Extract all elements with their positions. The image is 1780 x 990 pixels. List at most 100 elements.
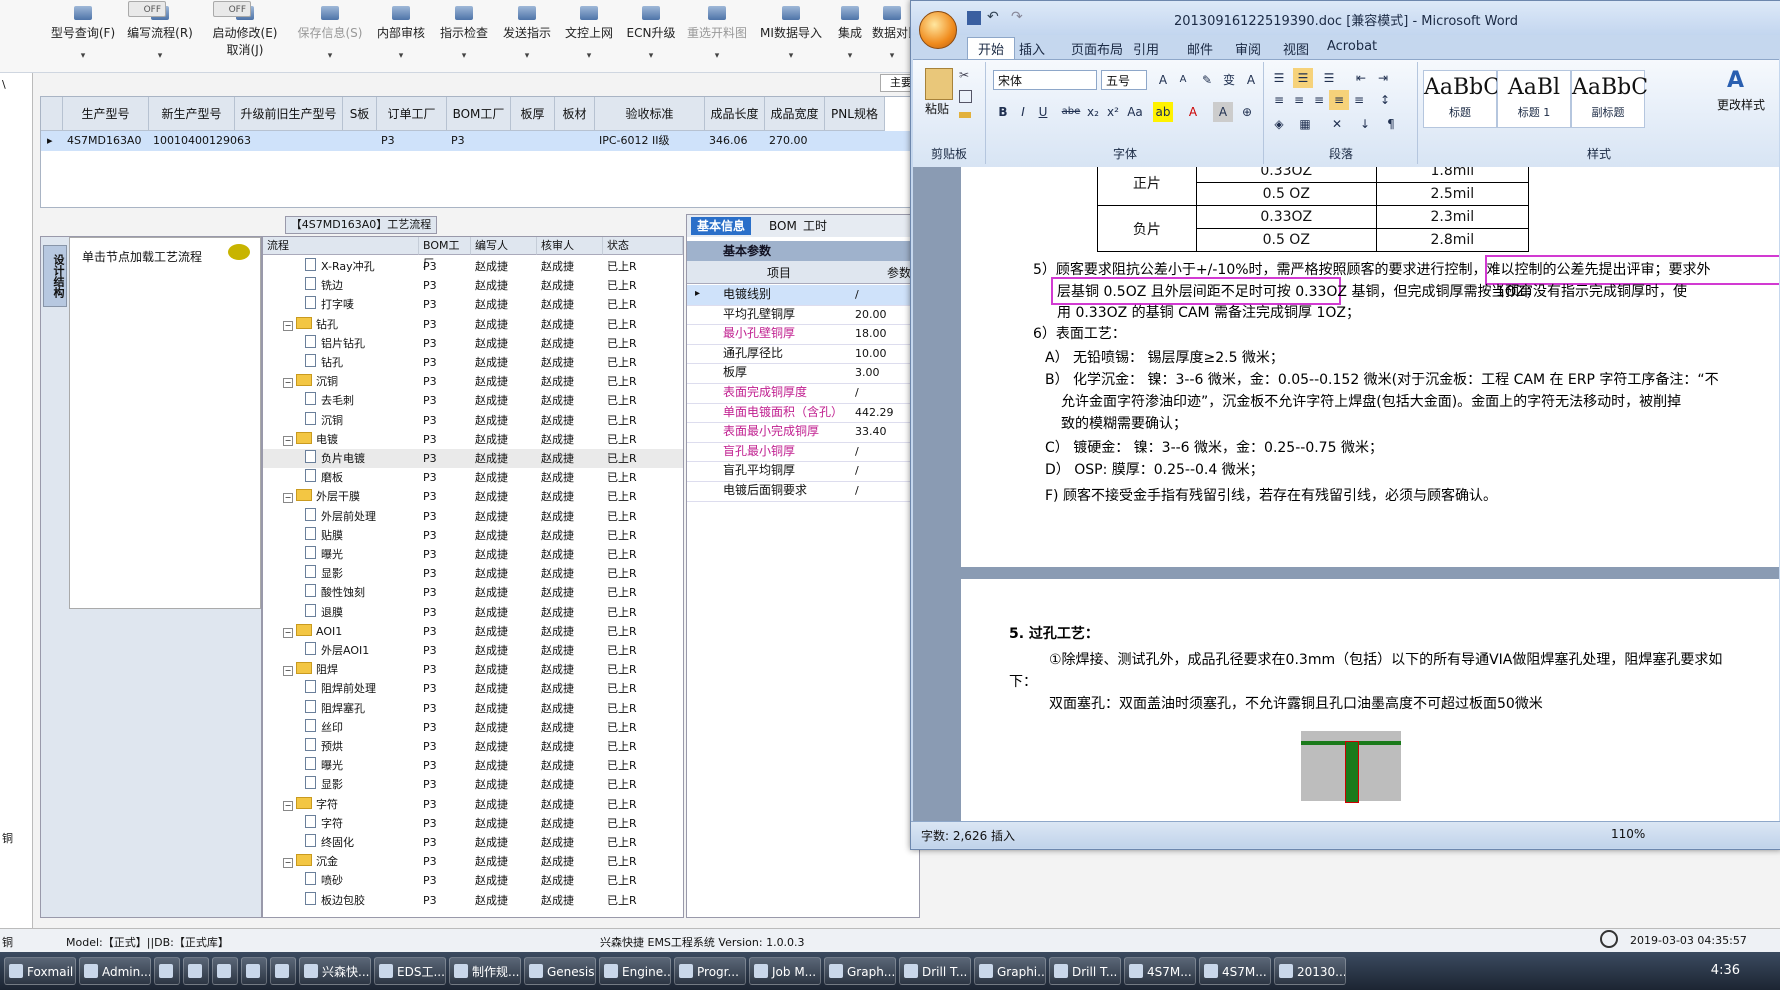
taskbar-button-15[interactable]: Drill T... [899, 957, 971, 985]
taskbar-button-20[interactable]: 20130... [1274, 957, 1346, 985]
ribbon-tab-1[interactable]: 插入 [1019, 39, 1045, 58]
justify-icon[interactable]: ≡ [1329, 90, 1349, 110]
align-center-icon[interactable]: ≡ [1289, 90, 1309, 110]
tree-node[interactable]: 阻焊塞孔 [305, 699, 365, 718]
ribbon-tab-6[interactable]: 视图 [1283, 39, 1309, 58]
tree-node[interactable]: 去毛刺 [305, 391, 354, 410]
tree-row[interactable]: 沉铜 P3 赵成捷 赵成捷 已上R [263, 411, 683, 430]
props-row[interactable]: 表面完成铜厚度 / [687, 383, 919, 404]
tree-row[interactable]: 板边包胶 P3 赵成捷 赵成捷 已上R [263, 891, 683, 910]
tree-node[interactable]: 外层前处理 [305, 507, 376, 526]
tree-node[interactable]: 字符 [305, 814, 343, 833]
ribbon-tab-0[interactable]: 开始 [967, 37, 1016, 59]
tree-node[interactable]: 铝片钻孔 [305, 334, 365, 353]
document-line[interactable]: 用 0.33OZ 的基铜 CAM 需备注完成铜厚 1OZ； [1057, 302, 1360, 322]
tree-node[interactable]: 板边包胶 [305, 891, 365, 910]
props-row[interactable]: 板厚 3.00 [687, 363, 919, 384]
tree-node[interactable]: 喷砂 [305, 871, 343, 890]
taskbar-button-3[interactable] [183, 957, 209, 985]
grid-col-header[interactable]: S板 [343, 97, 377, 131]
document-line[interactable]: C） 镀硬金： 镍：3--6 微米，金：0.25--0.75 微米； [1045, 437, 1383, 457]
tree-row[interactable]: 贴膜 P3 赵成捷 赵成捷 已上R [263, 526, 683, 545]
toolbar-button-10[interactable]: MI数据导入 ▾ [756, 6, 826, 66]
taskbar-button-0[interactable]: Foxmail [4, 957, 76, 985]
tree-row[interactable]: − AOI1 P3 赵成捷 赵成捷 已上R [263, 622, 683, 641]
italic-icon[interactable]: I [1013, 102, 1033, 122]
tree-node[interactable]: − 沉铜 [283, 372, 338, 391]
taskbar-button-11[interactable]: Engine... [599, 957, 671, 985]
tree-col-header[interactable]: 编写人 [471, 237, 537, 255]
props-value[interactable]: 442.29 [855, 403, 894, 423]
tree-row[interactable]: 铣边 P3 赵成捷 赵成捷 已上R [263, 276, 683, 295]
toggle-modify[interactable]: OFF [213, 1, 251, 17]
props-value[interactable]: 33.40 [855, 422, 887, 442]
tree-row[interactable]: 阻焊塞孔 P3 赵成捷 赵成捷 已上R [263, 699, 683, 718]
props-value[interactable]: 3.00 [855, 363, 880, 383]
grid-col-header[interactable]: 板厚 [511, 97, 555, 131]
taskbar-button-6[interactable] [270, 957, 296, 985]
tree-col-header[interactable]: 流程 [263, 237, 419, 255]
tree-node[interactable]: 曝光 [305, 756, 343, 775]
document-area[interactable]: 正片 0.33OZ 1.8mil 0.5 OZ 2.5mil 负片 0.33OZ 2.3mil… [913, 167, 1779, 821]
save-icon[interactable] [967, 11, 981, 25]
tree-node[interactable]: X-Ray冲孔 [305, 257, 375, 276]
taskbar-button-17[interactable]: Drill T... [1049, 957, 1121, 985]
toolbar-button-12[interactable]: 数据对比 ▾ [872, 6, 920, 66]
font-color-icon[interactable]: A [1183, 102, 1203, 122]
collapse-icon[interactable]: − [283, 800, 293, 811]
props-row[interactable]: 盲孔平均铜厚 / [687, 461, 919, 482]
style-card[interactable]: AaBbC 副标题 [1571, 70, 1648, 128]
tree-node[interactable]: 负片电镀 [305, 449, 365, 468]
grow-font-icon[interactable]: A [1153, 70, 1173, 90]
grid-row[interactable]: ▸ 4S7MD163A0 10010400129063 P3 P3 IPC-6012 II… [41, 131, 921, 151]
document-line[interactable]: 层基铜 0.5OZ 且外层间距不足时可按 0.33OZ 基铜，但完成铜厚需按 1… [1057, 281, 1539, 301]
tree-row[interactable]: 显影 P3 赵成捷 赵成捷 已上R [263, 775, 683, 794]
props-row[interactable]: 通孔厚径比 10.00 [687, 344, 919, 365]
toolbar-button-5[interactable]: 指示检查 ▾ [435, 6, 493, 66]
taskbar-button-4[interactable] [212, 957, 238, 985]
tree-row[interactable]: 打字唛 P3 赵成捷 赵成捷 已上R [263, 295, 683, 314]
tree-node[interactable]: 打字唛 [305, 295, 354, 314]
taskbar-button-1[interactable]: Admin... [79, 957, 151, 985]
collapse-icon[interactable]: − [283, 378, 293, 389]
load-process-hint[interactable]: 单击节点加载工艺流程 [82, 248, 202, 265]
toolbar-button-3[interactable]: 保存信息(S) ▾ [292, 6, 368, 66]
tree-row[interactable]: 退膜 P3 赵成捷 赵成捷 已上R [263, 603, 683, 622]
paste-icon[interactable] [925, 68, 953, 100]
sort-icon[interactable]: ↓ [1355, 114, 1375, 134]
taskbar-button-2[interactable] [154, 957, 180, 985]
tree-row[interactable]: 曝光 P3 赵成捷 赵成捷 已上R [263, 756, 683, 775]
numbering-icon[interactable]: ☰ [1293, 68, 1313, 88]
distributed-icon[interactable]: ≡ [1349, 90, 1369, 110]
toolbar-button-9[interactable]: 重选开料图 ▾ [682, 6, 752, 66]
props-value[interactable]: 10.00 [855, 344, 887, 364]
props-value[interactable]: 18.00 [855, 324, 887, 344]
tree-row[interactable]: 终固化 P3 赵成捷 赵成捷 已上R [263, 833, 683, 852]
tree-row[interactable]: 磨板 P3 赵成捷 赵成捷 已上R [263, 468, 683, 487]
collapse-icon[interactable]: − [283, 493, 293, 504]
props-row[interactable]: 表面最小完成铜厚 33.40 [687, 422, 919, 443]
props-row[interactable]: 最小孔壁铜厚 18.00 [687, 324, 919, 345]
ribbon-tab-3[interactable]: 引用 [1133, 39, 1159, 58]
decrease-indent-icon[interactable]: ⇤ [1351, 68, 1371, 88]
style-card[interactable]: AaBl 标题 1 [1497, 70, 1571, 128]
tree-node[interactable]: − 字符 [283, 795, 338, 814]
grid-col-header[interactable]: BOM工厂 [447, 97, 511, 131]
enclose-char-icon[interactable]: ⊕ [1237, 102, 1257, 122]
show-marks-icon[interactable]: ¶ [1381, 114, 1401, 134]
document-line[interactable]: 下： [1009, 671, 1037, 691]
change-case-icon[interactable]: Aa [1125, 102, 1145, 122]
document-line[interactable]: 致的模糊需要确认； [1061, 413, 1187, 433]
tree-row[interactable]: 负片电镀 P3 赵成捷 赵成捷 已上R [263, 449, 683, 468]
grid-col-header[interactable]: 板材 [555, 97, 595, 131]
superscript-icon[interactable]: x² [1103, 102, 1123, 122]
document-line[interactable]: 双面塞孔：双面盖油时须塞孔，不允许露铜且孔口油墨高度不可超过板面50微米 [1049, 693, 1543, 713]
word-count[interactable]: 字数: 2,626 [921, 827, 987, 844]
undo-icon[interactable]: ↶ [987, 9, 999, 25]
tree-node[interactable]: 终固化 [305, 833, 354, 852]
taskbar-button-8[interactable]: EDS工... [374, 957, 446, 985]
bold-icon[interactable]: B [993, 102, 1013, 122]
tree-row[interactable]: 铝片钻孔 P3 赵成捷 赵成捷 已上R [263, 334, 683, 353]
props-row[interactable]: 盲孔最小铜厚 / [687, 442, 919, 463]
tree-node[interactable]: − AOI1 [283, 622, 342, 641]
